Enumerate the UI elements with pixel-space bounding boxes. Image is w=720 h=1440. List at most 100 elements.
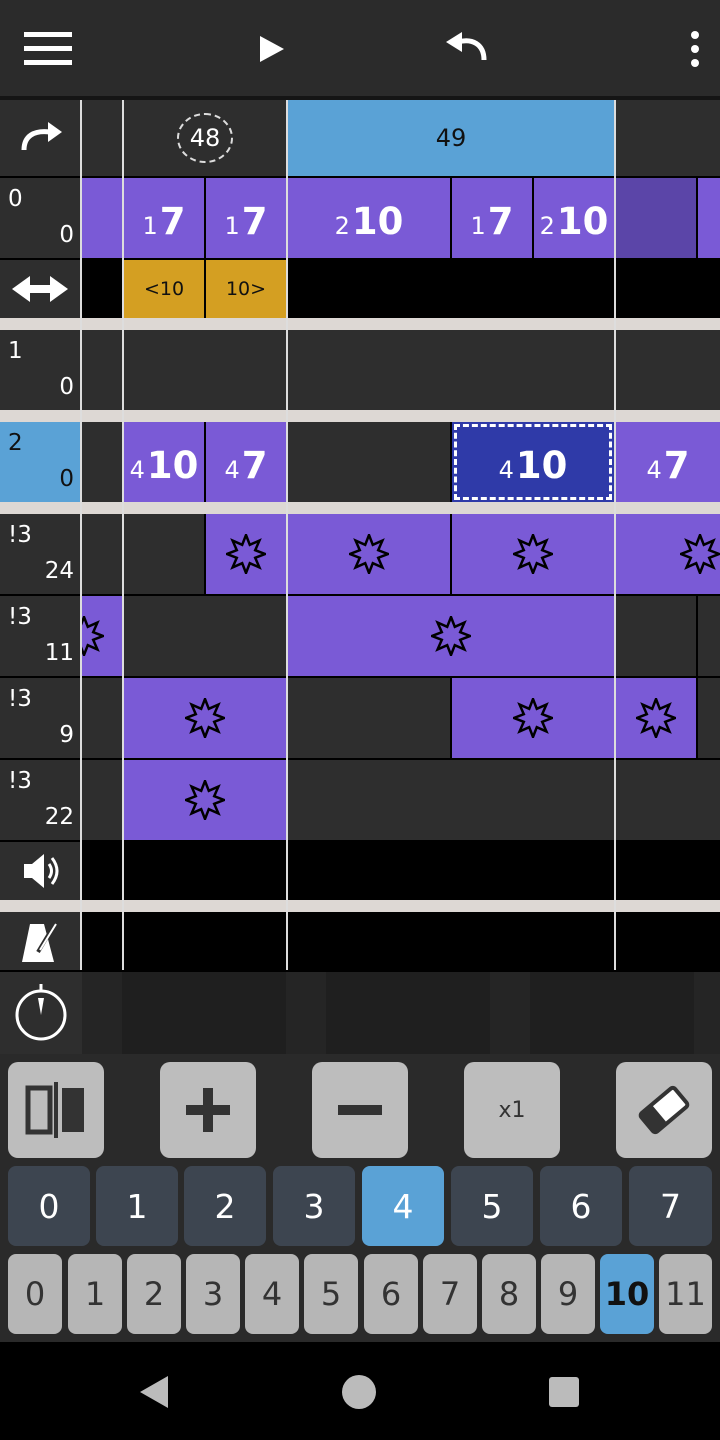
empty-cell[interactable] bbox=[288, 760, 614, 840]
empty-cell[interactable] bbox=[82, 422, 122, 502]
timeline-strip[interactable] bbox=[286, 972, 326, 1054]
pitch-key-7[interactable]: 7 bbox=[423, 1254, 477, 1334]
metronome-row-label[interactable] bbox=[0, 912, 80, 970]
empty-cell[interactable] bbox=[82, 760, 122, 840]
note-cell[interactable]: 4 10 bbox=[124, 422, 204, 502]
note-cell[interactable]: 17 bbox=[452, 178, 532, 258]
note-cell[interactable]: 47 bbox=[616, 422, 720, 502]
tempo-cell[interactable] bbox=[124, 912, 286, 970]
tempo-row-label[interactable] bbox=[0, 260, 80, 318]
octave-key-7[interactable]: 7 bbox=[629, 1166, 712, 1246]
hit-cell[interactable] bbox=[82, 596, 122, 676]
timer-row-label[interactable] bbox=[0, 972, 82, 1054]
measure-cell[interactable] bbox=[616, 100, 720, 176]
play-icon[interactable] bbox=[258, 34, 286, 64]
note-cell[interactable]: 17 bbox=[124, 178, 204, 258]
hit-cell[interactable] bbox=[616, 514, 720, 594]
note-cell[interactable] bbox=[616, 178, 696, 258]
remove-button[interactable] bbox=[312, 1062, 408, 1158]
empty-cell[interactable] bbox=[124, 330, 286, 410]
octave-key-6[interactable]: 6 bbox=[540, 1166, 622, 1246]
measure-49[interactable]: 49 bbox=[288, 100, 614, 176]
row-label-3-9[interactable]: !3 9 bbox=[0, 678, 80, 758]
empty-cell[interactable] bbox=[698, 596, 720, 676]
pitch-key-5[interactable]: 5 bbox=[304, 1254, 358, 1334]
row-label-2[interactable]: 2 0 bbox=[0, 422, 80, 502]
volume-cell[interactable] bbox=[288, 842, 614, 900]
back-icon[interactable] bbox=[138, 1374, 172, 1410]
hit-cell[interactable] bbox=[124, 760, 286, 840]
pitch-key-6[interactable]: 6 bbox=[364, 1254, 418, 1334]
redo-button[interactable] bbox=[0, 100, 80, 176]
hit-cell[interactable] bbox=[124, 678, 286, 758]
pitch-key-8[interactable]: 8 bbox=[482, 1254, 536, 1334]
empty-cell[interactable] bbox=[616, 760, 720, 840]
menu-icon[interactable] bbox=[24, 30, 72, 66]
octave-key-1[interactable]: 1 bbox=[96, 1166, 178, 1246]
empty-cell[interactable] bbox=[288, 330, 614, 410]
measure-cell[interactable] bbox=[82, 100, 122, 176]
note-cell[interactable] bbox=[82, 178, 122, 258]
tempo-left[interactable]: <10 bbox=[124, 260, 204, 318]
tempo-cell[interactable] bbox=[82, 912, 122, 970]
recents-icon[interactable] bbox=[549, 1377, 579, 1407]
octave-key-0[interactable]: 0 bbox=[8, 1166, 90, 1246]
row-label-0[interactable]: 0 0 bbox=[0, 178, 80, 258]
tempo-cell[interactable] bbox=[82, 260, 122, 318]
empty-cell[interactable] bbox=[124, 596, 286, 676]
empty-cell[interactable] bbox=[616, 596, 696, 676]
tempo-cell[interactable] bbox=[616, 912, 720, 970]
volume-row-label[interactable] bbox=[0, 842, 80, 900]
pitch-key-3[interactable]: 3 bbox=[186, 1254, 240, 1334]
multiplier-button[interactable]: x1 bbox=[464, 1062, 560, 1158]
selected-note-cell[interactable]: 4 10 bbox=[452, 422, 614, 502]
row-label-3-22[interactable]: !3 22 bbox=[0, 760, 80, 840]
timeline-strip[interactable] bbox=[694, 972, 720, 1054]
timeline-strip[interactable] bbox=[122, 972, 286, 1054]
pitch-key-11[interactable]: 11 bbox=[659, 1254, 712, 1334]
tempo-right[interactable]: 10> bbox=[206, 260, 286, 318]
pitch-key-2[interactable]: 2 bbox=[127, 1254, 181, 1334]
split-button[interactable] bbox=[8, 1062, 104, 1158]
pitch-key-9[interactable]: 9 bbox=[541, 1254, 595, 1334]
more-vert-icon[interactable] bbox=[688, 30, 702, 68]
note-cell[interactable]: 2 10 bbox=[288, 178, 450, 258]
empty-cell[interactable] bbox=[288, 678, 450, 758]
note-cell[interactable]: 47 bbox=[206, 422, 286, 502]
empty-cell[interactable] bbox=[698, 678, 720, 758]
hit-cell[interactable] bbox=[288, 596, 614, 676]
empty-cell[interactable] bbox=[288, 422, 450, 502]
home-icon[interactable] bbox=[341, 1374, 377, 1410]
pitch-key-10[interactable]: 10 bbox=[600, 1254, 654, 1334]
note-cell[interactable]: 17 bbox=[206, 178, 286, 258]
row-label-3-24[interactable]: !3 24 bbox=[0, 514, 80, 594]
timeline-strip[interactable] bbox=[530, 972, 694, 1054]
timeline-strip[interactable] bbox=[490, 972, 530, 1054]
octave-key-3[interactable]: 3 bbox=[273, 1166, 355, 1246]
tempo-cell[interactable] bbox=[616, 260, 720, 318]
volume-cell[interactable] bbox=[82, 842, 122, 900]
hit-cell[interactable] bbox=[206, 514, 286, 594]
timeline-strip[interactable] bbox=[326, 972, 490, 1054]
row-label-3-11[interactable]: !3 11 bbox=[0, 596, 80, 676]
pitch-key-4[interactable]: 4 bbox=[245, 1254, 299, 1334]
measure-48[interactable]: 48 bbox=[124, 100, 286, 176]
row-label-1[interactable]: 1 0 bbox=[0, 330, 80, 410]
octave-key-5[interactable]: 5 bbox=[451, 1166, 533, 1246]
hit-cell[interactable] bbox=[452, 514, 614, 594]
empty-cell[interactable] bbox=[124, 514, 204, 594]
pitch-key-0[interactable]: 0 bbox=[8, 1254, 62, 1334]
empty-cell[interactable] bbox=[82, 678, 122, 758]
hit-cell[interactable] bbox=[452, 678, 614, 758]
hit-cell[interactable] bbox=[288, 514, 450, 594]
timeline-strip[interactable] bbox=[82, 972, 122, 1054]
tempo-cell[interactable] bbox=[288, 260, 614, 318]
empty-cell[interactable] bbox=[82, 514, 122, 594]
octave-key-4[interactable]: 4 bbox=[362, 1166, 444, 1246]
undo-icon[interactable] bbox=[444, 30, 490, 64]
empty-cell[interactable] bbox=[82, 330, 122, 410]
hit-cell[interactable] bbox=[616, 678, 696, 758]
tempo-cell[interactable] bbox=[288, 912, 614, 970]
volume-cell[interactable] bbox=[616, 842, 720, 900]
empty-cell[interactable] bbox=[616, 330, 720, 410]
